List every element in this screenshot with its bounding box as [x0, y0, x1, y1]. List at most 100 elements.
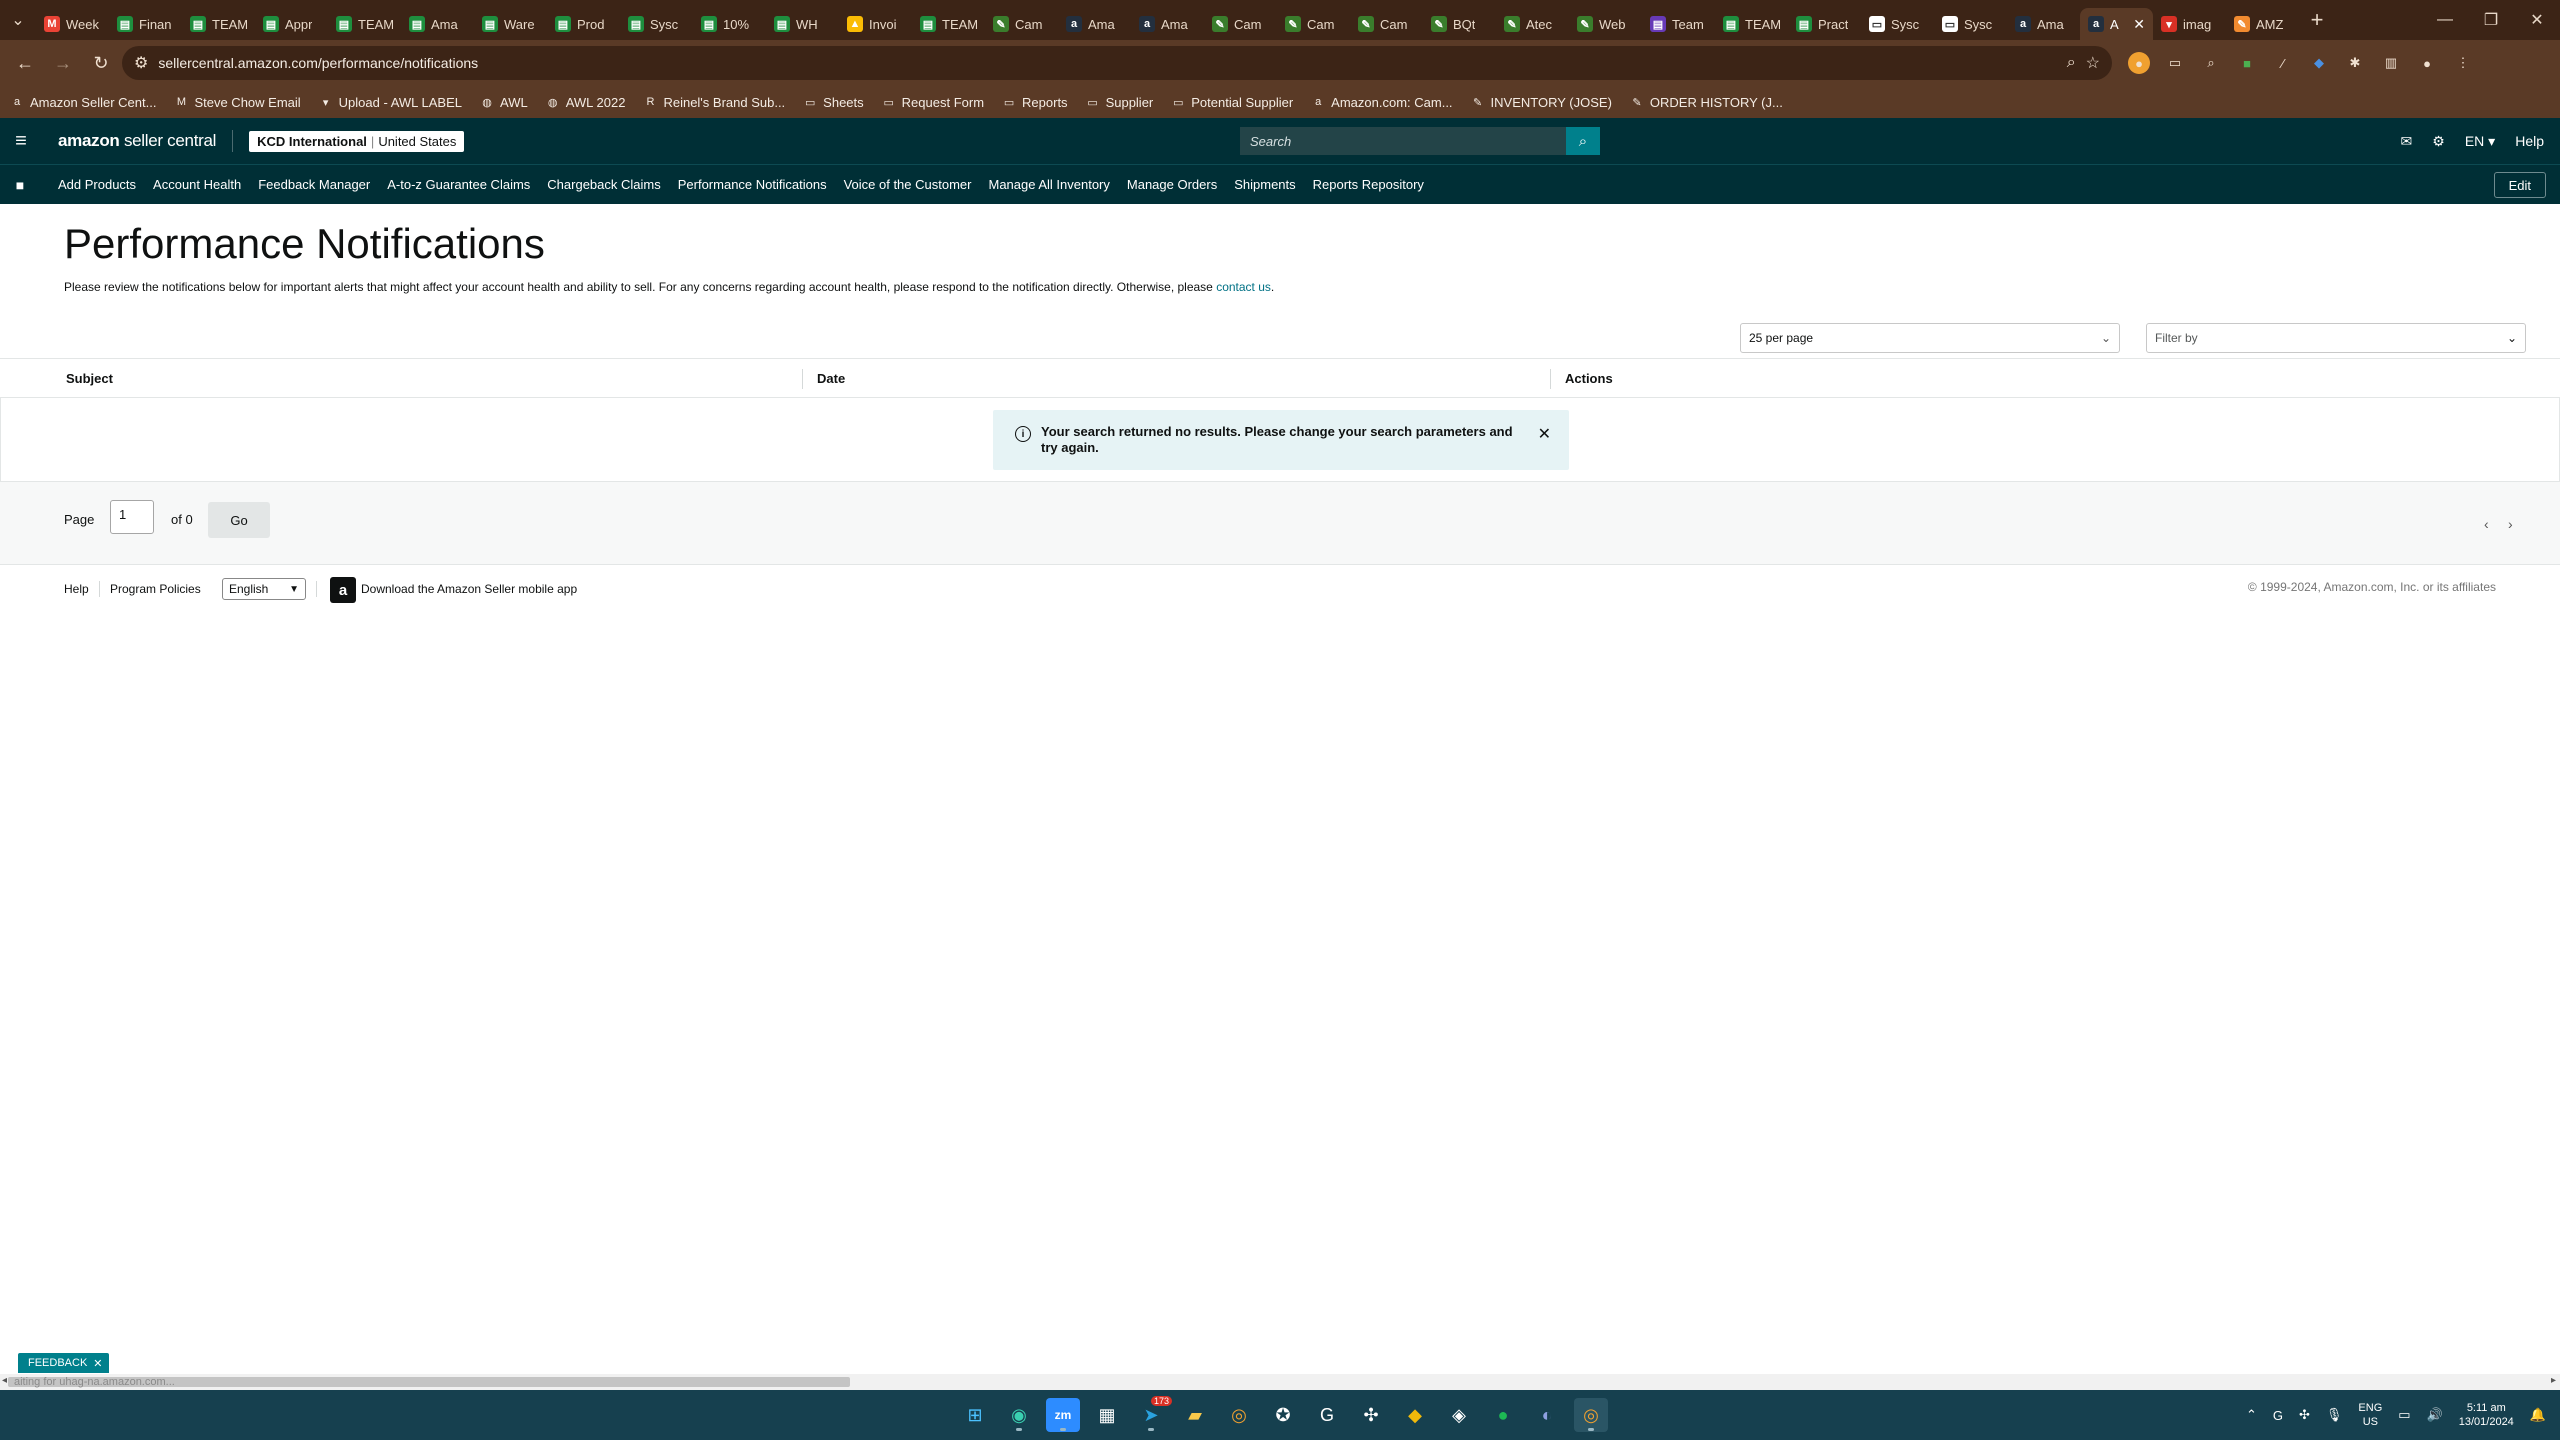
go-button[interactable]: Go	[208, 502, 270, 538]
bookmark-item[interactable]: ▭ Request Form	[882, 95, 984, 110]
chevron-right-icon[interactable]: ›	[2508, 516, 2513, 532]
bookmark-item[interactable]: ▭ Sheets	[803, 95, 864, 110]
nav-link[interactable]: Performance Notifications	[678, 177, 827, 192]
nav-link[interactable]: Reports Repository	[1313, 177, 1424, 192]
browser-tab[interactable]: M Week	[36, 8, 109, 40]
tray-pinwheel-icon[interactable]: ✣	[2299, 1407, 2310, 1423]
browser-tab[interactable]: ▭ Sysc	[1934, 8, 2007, 40]
browser-tab[interactable]: ▤ Prod	[547, 8, 620, 40]
browser-tab[interactable]: ▤ 10%	[693, 8, 766, 40]
browser-tab[interactable]: ▤ Appr	[255, 8, 328, 40]
chrome-menu-icon[interactable]: ⋮	[2452, 52, 2474, 74]
binance-icon[interactable]: ◆	[1398, 1398, 1432, 1432]
search-icon[interactable]: ⌕	[1566, 127, 1600, 155]
discord-icon[interactable]: ◐	[1530, 1398, 1564, 1432]
bookmark-item[interactable]: M Steve Chow Email	[174, 95, 301, 110]
extension-green-icon[interactable]: ■	[2236, 52, 2258, 74]
browser-tab[interactable]: ✎ Cam	[1350, 8, 1423, 40]
windows-start-icon[interactable]: ⊞	[958, 1398, 992, 1432]
bookmark-item[interactable]: a Amazon Seller Cent...	[10, 95, 157, 110]
footer-help-link[interactable]: Help	[64, 582, 89, 596]
browser-tab[interactable]: ✎ Cam	[985, 8, 1058, 40]
bookmark-item[interactable]: ◍ AWL	[480, 95, 528, 110]
browser-tab[interactable]: a Ama	[2007, 8, 2080, 40]
bookmark-item[interactable]: ✎ INVENTORY (JOSE)	[1471, 95, 1612, 110]
chevron-left-icon[interactable]: ‹	[2484, 516, 2489, 532]
browser-tab[interactable]: ▤ TEAM	[1715, 8, 1788, 40]
steam-icon[interactable]: ✪	[1266, 1398, 1300, 1432]
scroll-left-icon[interactable]: ◂	[2, 1375, 7, 1386]
tray-app-g-icon[interactable]: G	[2273, 1408, 2283, 1423]
spotify-icon[interactable]: ●	[1486, 1398, 1520, 1432]
side-panel-icon[interactable]: ▥	[2380, 52, 2402, 74]
nav-link[interactable]: A-to-z Guarantee Claims	[387, 177, 530, 192]
extension-leaf-icon[interactable]: ∕	[2272, 52, 2294, 74]
help-link[interactable]: Help	[2515, 133, 2544, 149]
browser-tab[interactable]: ▤ Team	[1642, 8, 1715, 40]
column-header-date[interactable]: Date	[817, 371, 845, 386]
close-tab-icon[interactable]: ✕	[2133, 16, 2145, 33]
menu-icon[interactable]: ≡	[0, 118, 42, 164]
gear-icon[interactable]: ⚙	[2432, 133, 2445, 150]
reload-icon[interactable]: ↻	[84, 46, 118, 80]
notifications-bell-icon[interactable]: 🔔	[2530, 1407, 2546, 1423]
app-g-icon[interactable]: G	[1310, 1398, 1344, 1432]
browser-tab[interactable]: ✎ AMZ	[2226, 8, 2299, 40]
zoom-icon[interactable]: ⌕	[2067, 54, 2076, 72]
browser-tab[interactable]: ▤ Pract	[1788, 8, 1861, 40]
browser-tab[interactable]: ▾ imag	[2153, 8, 2226, 40]
browser-tab[interactable]: ▤ TEAM	[912, 8, 985, 40]
bookmark-item[interactable]: ▭ Supplier	[1086, 95, 1153, 110]
edge-icon[interactable]: ◉	[1002, 1398, 1036, 1432]
edit-button[interactable]: Edit	[2493, 172, 2546, 198]
browser-tab[interactable]: ▤ Sysc	[620, 8, 693, 40]
nav-link[interactable]: Account Health	[153, 177, 241, 192]
browser-tab[interactable]: ✎ Web	[1569, 8, 1642, 40]
nav-link[interactable]: Voice of the Customer	[844, 177, 972, 192]
volume-icon[interactable]: 🔊	[2427, 1407, 2443, 1423]
nav-link[interactable]: Add Products	[58, 177, 136, 192]
per-page-select[interactable]: 25 per page ⌄	[1740, 323, 2120, 353]
nav-link[interactable]: Manage Orders	[1127, 177, 1217, 192]
search-input[interactable]: Search	[1240, 127, 1566, 155]
contact-us-link[interactable]: contact us	[1216, 280, 1271, 294]
close-icon[interactable]: ✕	[93, 1357, 102, 1370]
bookmark-item[interactable]: ▾ Upload - AWL LABEL	[319, 95, 462, 110]
bookmark-item[interactable]: ▭ Potential Supplier	[1171, 95, 1293, 110]
extension-chrome-icon[interactable]: ●	[2128, 52, 2150, 74]
bookmark-item[interactable]: R Reinel's Brand Sub...	[643, 95, 785, 110]
site-info-icon[interactable]: ⚙	[134, 53, 148, 73]
zoom-app-icon[interactable]: zm	[1046, 1398, 1080, 1432]
browser-tab[interactable]: ✎ Atec	[1496, 8, 1569, 40]
bookmark-item[interactable]: ✎ ORDER HISTORY (J...	[1630, 95, 1783, 110]
chevron-up-icon[interactable]: ⌃	[2246, 1407, 2257, 1423]
telegram-icon[interactable]: ➤ 173	[1134, 1396, 1172, 1432]
browser-tab[interactable]: ✎ BQt	[1423, 8, 1496, 40]
feedback-button[interactable]: FEEDBACK ✕	[18, 1353, 109, 1373]
browser-tab[interactable]: ▤ TEAM	[328, 8, 401, 40]
language-selector[interactable]: EN ▾	[2465, 133, 2495, 150]
bookmark-icon[interactable]: ■	[0, 177, 40, 193]
horizontal-scrollbar[interactable]: ◂ aiting for uhag-na.amazon.com... ▸	[0, 1374, 2560, 1390]
browser-tab[interactable]: ▤ Finan	[109, 8, 182, 40]
browser-tab[interactable]: ▤ WH	[766, 8, 839, 40]
footer-language-select[interactable]: English ▼	[222, 578, 306, 600]
microphone-icon[interactable]: 🎙	[2326, 1407, 2343, 1423]
account-switcher[interactable]: KCD International | United States	[249, 130, 465, 152]
mail-icon[interactable]: ✉	[2401, 133, 2413, 150]
browser-tab[interactable]: a A ✕	[2080, 8, 2153, 40]
bookmark-item[interactable]: a Amazon.com: Cam...	[1311, 95, 1452, 110]
seller-central-logo[interactable]: amazon seller central	[58, 131, 216, 151]
browser-tab[interactable]: ▤ Ama	[401, 8, 474, 40]
url-field[interactable]: ⚙ sellercentral.amazon.com/performance/n…	[122, 46, 2112, 80]
nav-link[interactable]: Chargeback Claims	[547, 177, 660, 192]
tab-search-icon[interactable]: ⌄	[0, 0, 36, 40]
browser-tab[interactable]: a Ama	[1131, 8, 1204, 40]
nav-link[interactable]: Shipments	[1234, 177, 1295, 192]
file-explorer-icon[interactable]: ▰	[1178, 1398, 1212, 1432]
browser-tab[interactable]: ✎ Cam	[1277, 8, 1350, 40]
close-icon[interactable]: ✕	[1538, 424, 1551, 444]
browser-tab[interactable]: ▤ Ware	[474, 8, 547, 40]
network-icon[interactable]: ▭	[2398, 1407, 2410, 1423]
bookmark-star-icon[interactable]: ☆	[2086, 53, 2100, 73]
